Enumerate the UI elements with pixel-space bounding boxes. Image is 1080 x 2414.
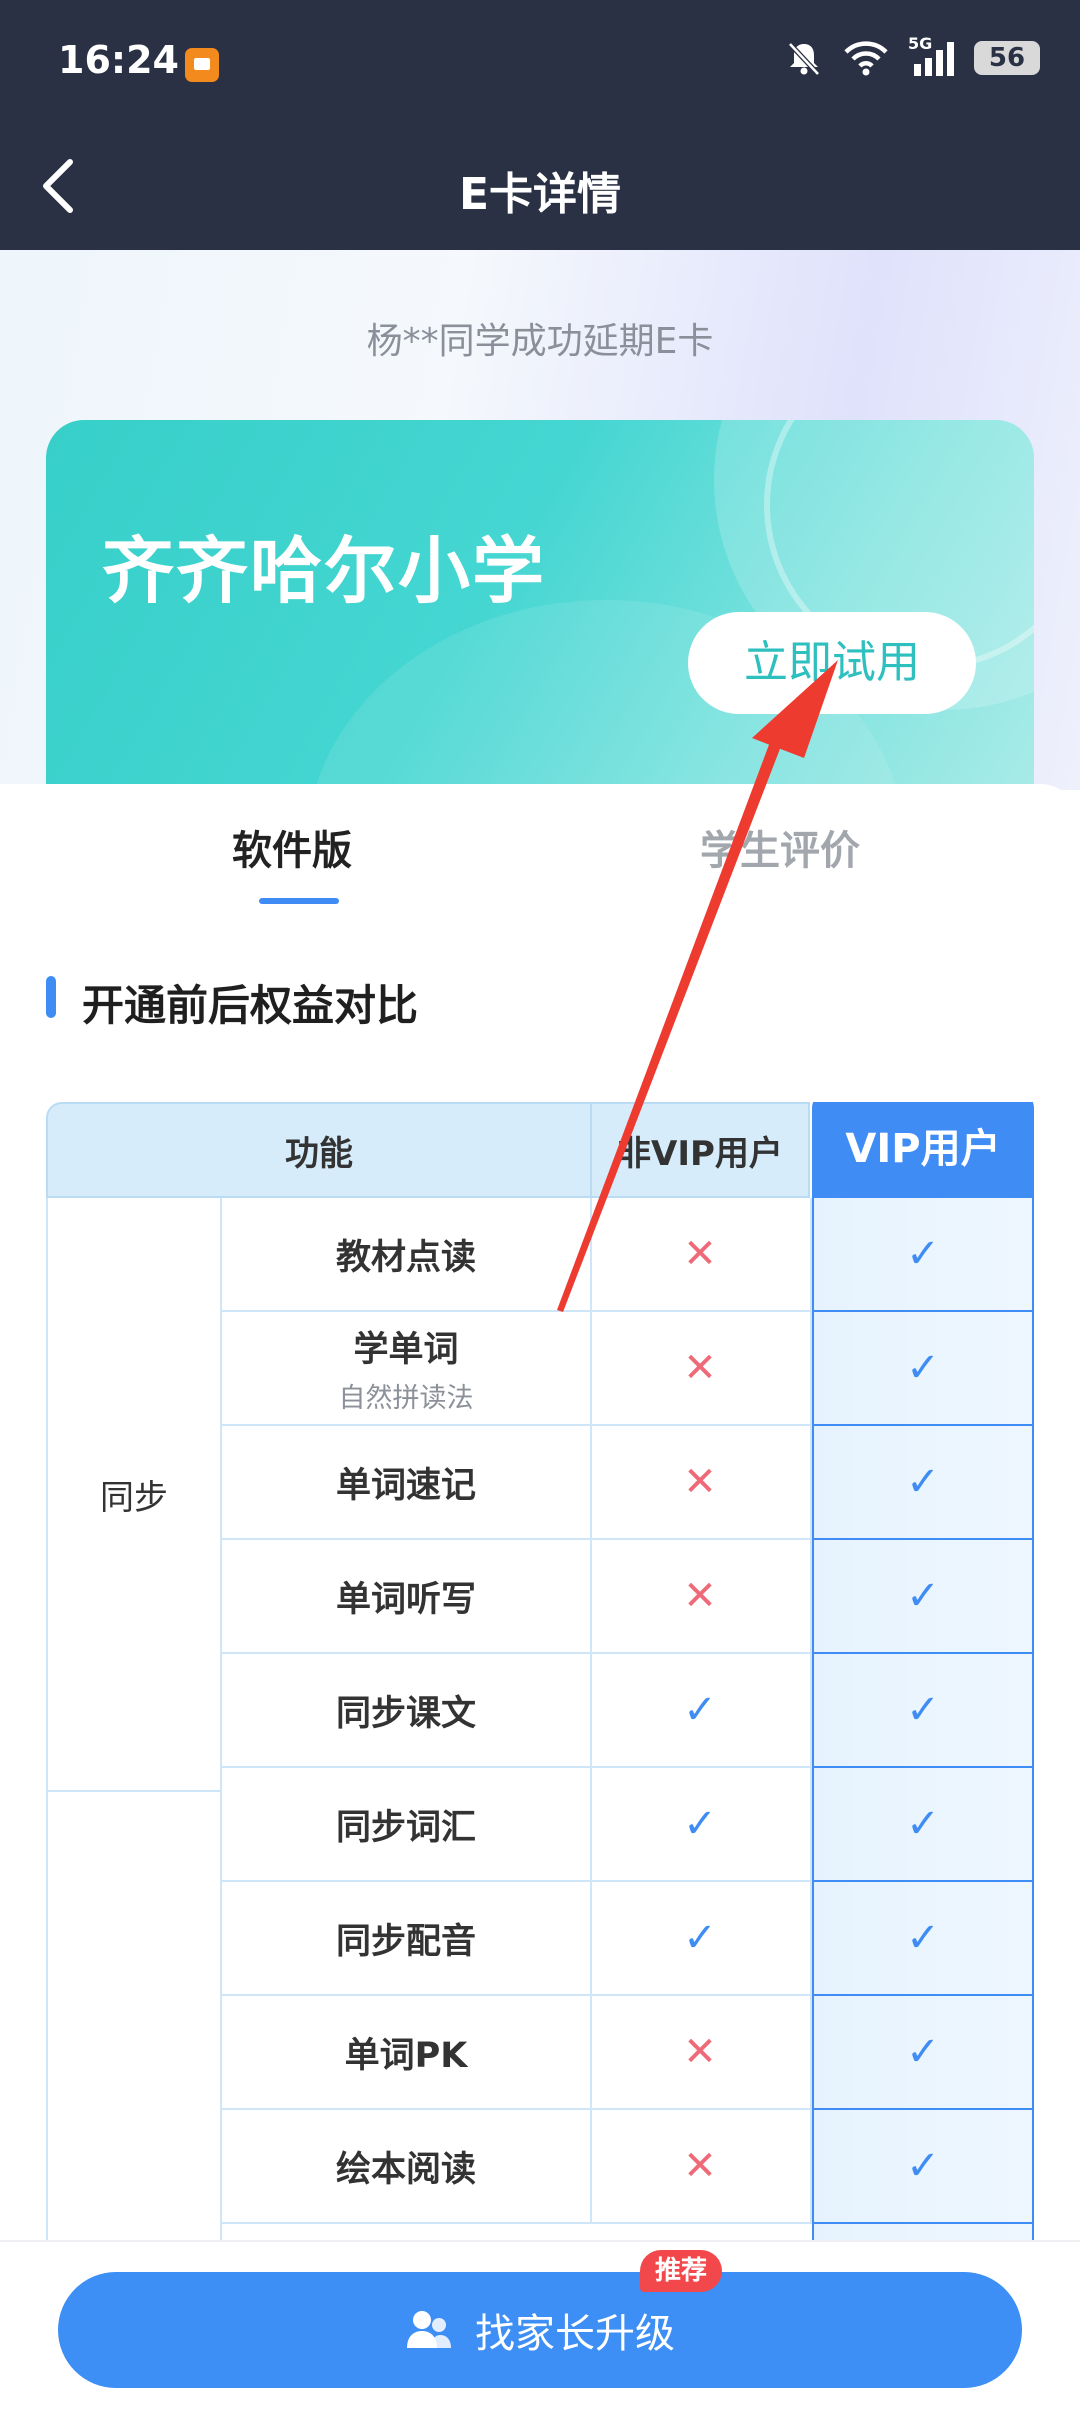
recommended-badge: 推荐 [640, 2250, 722, 2292]
cross-icon: ✕ [683, 1345, 717, 1391]
check-icon: ✓ [683, 1801, 717, 1847]
status-icons: 5G 56 [784, 34, 1040, 78]
table-row: 同步课文 ✓ ✓ [220, 1654, 1034, 1768]
table-row: 单词听写 ✕ ✓ [220, 1540, 1034, 1654]
active-tab-indicator [259, 898, 339, 904]
check-icon: ✓ [906, 1801, 940, 1847]
status-bar: 16:24 5G 56 [0, 0, 1080, 125]
parents-icon [407, 2311, 451, 2348]
try-now-button[interactable]: 立即试用 [688, 612, 976, 714]
benefits-comparison-table: 功能 非VIP用户 VIP用户 同步 教材点读 ✕ ✓ 学单词 自然拼读法 ✕ … [46, 1102, 1034, 2242]
table-row: 绘本阅读 ✕ ✓ [220, 2110, 1034, 2224]
table-row: 单词PK ✕ ✓ [220, 1996, 1034, 2110]
tab-software-version[interactable]: 软件版 [232, 818, 352, 876]
check-icon: ✓ [683, 1687, 717, 1733]
feature-name: 教材点读 [335, 1237, 476, 1278]
feature-subtitle: 自然拼读法 [338, 1383, 474, 1414]
notification-app-icon [185, 48, 219, 82]
status-time: 16:24 [58, 38, 179, 82]
feature-name: 学单词 [353, 1330, 459, 1370]
table-row: 同步配音 ✓ ✓ [220, 1882, 1034, 1996]
feature-name: 同步词汇 [335, 1807, 476, 1848]
cross-icon: ✕ [683, 1231, 717, 1277]
ask-parent-upgrade-button[interactable]: 找家长升级 [58, 2272, 1022, 2388]
tab-student-reviews[interactable]: 学生评价 [700, 818, 860, 876]
cta-label: 找家长升级 [475, 2311, 675, 2357]
header-vip: VIP用户 [812, 1102, 1034, 1198]
check-icon: ✓ [906, 1231, 940, 1277]
check-icon: ✓ [906, 1915, 940, 1961]
check-icon: ✓ [906, 2029, 940, 2075]
section-marker [46, 976, 56, 1018]
table-row: 同步词汇 ✓ ✓ [220, 1768, 1034, 1882]
top-bar: 16:24 5G 56 E卡详情 [0, 0, 1080, 250]
table-row: 学单词 自然拼读法 ✕ ✓ [220, 1312, 1034, 1426]
table-row: 单词速记 ✕ ✓ [220, 1426, 1034, 1540]
wifi-icon [844, 41, 888, 76]
check-icon: ✓ [906, 1573, 940, 1619]
feature-name: 单词听写 [335, 1579, 476, 1620]
cross-icon: ✕ [683, 2143, 717, 2189]
header-feature: 功能 [46, 1102, 592, 1198]
feature-name: 绘本阅读 [335, 2149, 476, 2190]
table-row: 教材点读 ✕ ✓ [220, 1198, 1034, 1312]
network-label: 5G [908, 34, 933, 53]
renewal-notice: 杨**同学成功延期E卡 [366, 321, 714, 362]
category-sync: 同步 [46, 1198, 222, 1792]
signal-5g-icon: 5G [908, 34, 956, 78]
feature-name: 单词速记 [335, 1465, 476, 1506]
feature-name: 同步配音 [335, 1921, 476, 1962]
school-card: 齐齐哈尔小学 立即试用 [46, 420, 1034, 800]
cross-icon: ✕ [683, 1459, 717, 1505]
mute-bell-icon [788, 42, 820, 76]
battery-icon: 56 [974, 41, 1040, 75]
category-next [46, 1792, 222, 2242]
cross-icon: ✕ [683, 1573, 717, 1619]
check-icon: ✓ [906, 2143, 940, 2189]
check-icon: ✓ [906, 1687, 940, 1733]
feature-name: 单词PK [344, 2035, 468, 2076]
check-icon: ✓ [906, 1459, 940, 1505]
cross-icon: ✕ [683, 2029, 717, 2075]
page-title: E卡详情 [458, 169, 622, 220]
section-title: 开通前后权益对比 [82, 981, 419, 1030]
feature-name: 同步课文 [335, 1693, 476, 1734]
header-non-vip: 非VIP用户 [590, 1102, 810, 1198]
school-name: 齐齐哈尔小学 [102, 529, 547, 613]
check-icon: ✓ [906, 1345, 940, 1391]
check-icon: ✓ [683, 1915, 717, 1961]
